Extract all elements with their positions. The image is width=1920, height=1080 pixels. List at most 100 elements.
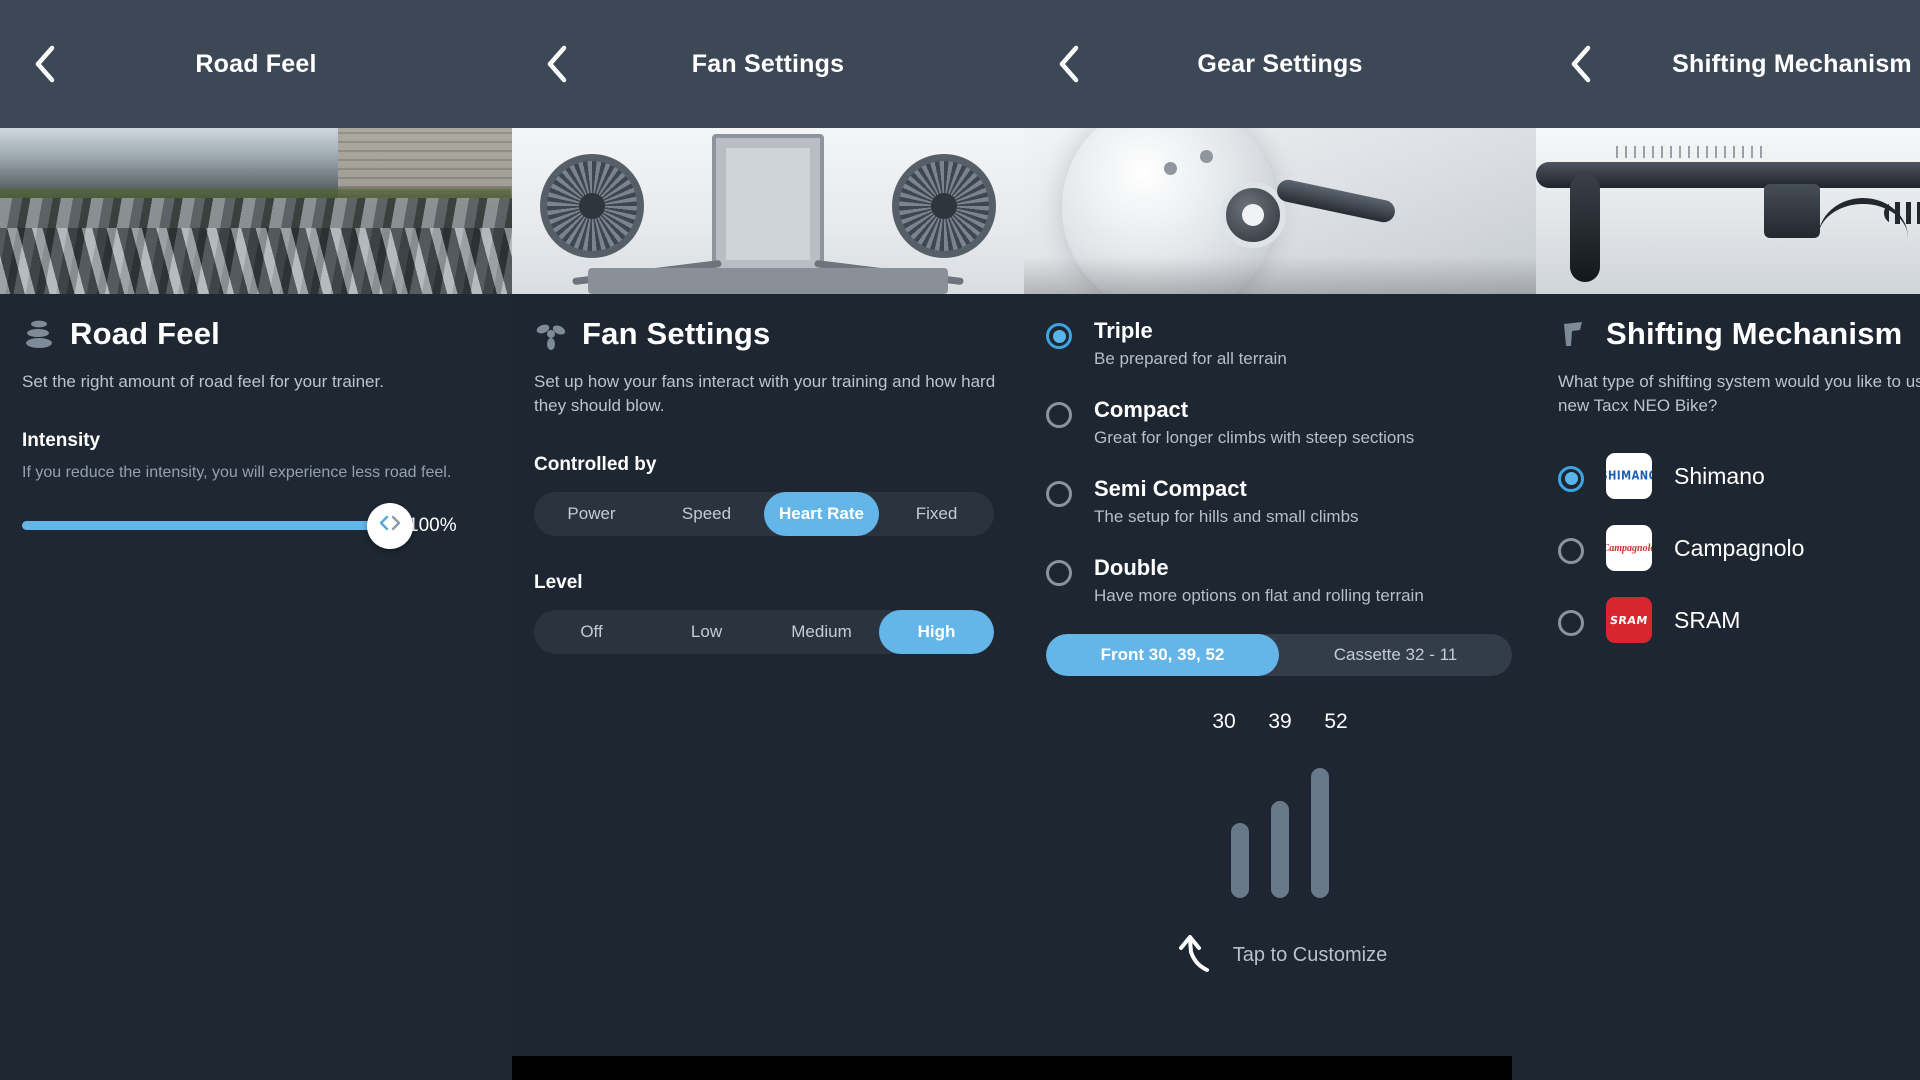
toggle-front-chainrings[interactable]: Front 30, 39, 52 xyxy=(1046,634,1279,676)
chevron-left-icon xyxy=(544,45,570,83)
segment-fixed[interactable]: Fixed xyxy=(879,492,994,536)
back-button[interactable] xyxy=(22,41,68,87)
panel-fan-settings: Fan Settings Fan Settings Set up how you… xyxy=(512,0,1024,1080)
radio-shimano[interactable] xyxy=(1558,465,1584,492)
radio-triple[interactable] xyxy=(1046,323,1072,349)
brand-option-campagnolo[interactable]: Campagnolo Campagnolo xyxy=(1558,512,1920,584)
wet-cobblestone-road-photo xyxy=(0,128,512,294)
level-label: Level xyxy=(534,572,583,594)
chart-value-labels: 30 39 52 xyxy=(1207,710,1353,734)
brand-option-list: SHIMANO Shimano Campagnolo Campagnolo SR… xyxy=(1558,440,1920,656)
brand-name: SRAM xyxy=(1674,606,1741,633)
option-subtitle: Have more options on flat and rolling te… xyxy=(1094,586,1424,605)
bar-30 xyxy=(1231,823,1249,898)
chevron-left-icon xyxy=(32,45,58,83)
screenshot-root: Road Feel Road Feel Set the right amount… xyxy=(0,0,1920,1080)
twin-fans-with-tablet-photo xyxy=(512,128,1024,294)
gear-option-semi-compact[interactable]: Semi Compact The setup for hills and sma… xyxy=(1046,462,1514,541)
brand-name: Campagnolo xyxy=(1674,534,1805,561)
panel-title-row: Shifting Mechanism xyxy=(1558,316,1920,352)
back-button[interactable] xyxy=(534,41,580,87)
sram-logo-icon: SRAM xyxy=(1606,597,1652,644)
back-button[interactable] xyxy=(1558,41,1604,87)
shimano-logo-icon: SHIMANO xyxy=(1606,453,1652,500)
navbar-shifting-mechanism: Shifting Mechanism xyxy=(1536,0,1920,128)
brand-option-sram[interactable]: SRAM SRAM xyxy=(1558,584,1920,656)
shimano-logo-text: SHIMANO xyxy=(1606,469,1652,484)
page-title: Road Feel xyxy=(70,316,220,351)
intensity-label: Intensity xyxy=(22,430,101,452)
segment-medium[interactable]: Medium xyxy=(764,610,879,654)
panel-title-row: Fan Settings xyxy=(534,316,1002,352)
campagnolo-logo-text: Campagnolo xyxy=(1606,542,1652,554)
option-subtitle: Be prepared for all terrain xyxy=(1094,349,1287,368)
option-title: Double xyxy=(1094,555,1169,580)
gear-option-compact[interactable]: Compact Great for longer climbs with ste… xyxy=(1046,383,1514,462)
bar-label-3: 52 xyxy=(1324,710,1348,733)
panel-body-road-feel: Road Feel Set the right amount of road f… xyxy=(0,316,512,549)
chevron-left-icon xyxy=(1568,45,1594,83)
intensity-slider-row: 100% xyxy=(22,502,490,549)
navbar-title: Road Feel xyxy=(195,49,317,78)
gear-option-list: Triple Be prepared for all terrain Compa… xyxy=(1046,304,1514,620)
segment-high[interactable]: High xyxy=(879,610,994,655)
segment-speed[interactable]: Speed xyxy=(649,492,764,536)
bar-label-1: 30 xyxy=(1212,710,1236,733)
segment-off[interactable]: Off xyxy=(534,610,649,654)
panel-body-fan-settings: Fan Settings Set up how your fans intera… xyxy=(512,316,1024,655)
panel-road-feel: Road Feel Road Feel Set the right amount… xyxy=(0,0,512,1080)
hero-image-shifting-mechanism xyxy=(1536,128,1920,294)
curved-up-arrow-icon xyxy=(1173,932,1217,979)
page-title: Fan Settings xyxy=(582,316,771,351)
tap-to-customize-button[interactable]: Tap to Customize xyxy=(1046,932,1514,979)
option-subtitle: Great for longer climbs with steep secti… xyxy=(1094,428,1415,447)
level-segmented-control: Off Low Medium High xyxy=(534,610,994,655)
intensity-description: If you reduce the intensity, you will ex… xyxy=(22,464,452,482)
intensity-value: 100% xyxy=(408,514,457,536)
trainer-flywheel-crank-photo xyxy=(1024,128,1536,294)
campagnolo-logo-icon: Campagnolo xyxy=(1606,525,1652,572)
segment-low[interactable]: Low xyxy=(649,610,764,654)
panel-description: Set up how your fans interact with your … xyxy=(534,372,996,416)
page-title: Shifting Mechanism xyxy=(1606,316,1903,351)
left-right-chevrons-icon xyxy=(377,515,403,536)
slider-thumb[interactable] xyxy=(367,502,413,549)
panel-description: What type of shifting system would you l… xyxy=(1558,372,1920,416)
panel-shifting-mechanism: Shifting Mechanism Shifting Mechanism Wh… xyxy=(1536,0,1920,1080)
gear-ratio-toggle: Front 30, 39, 52 Cassette 32 - 11 xyxy=(1046,634,1512,676)
customize-label: Tap to Customize xyxy=(1232,944,1388,966)
fan-propeller-icon xyxy=(534,317,568,351)
option-title: Triple xyxy=(1094,318,1153,343)
chainring-bar-chart: 30 39 52 xyxy=(1046,710,1514,898)
panel-body-gear-settings: Triple Be prepared for all terrain Compa… xyxy=(1024,304,1536,979)
segment-power[interactable]: Power xyxy=(534,492,649,536)
navbar-title: Gear Settings xyxy=(1197,49,1363,78)
bar-39 xyxy=(1271,800,1289,898)
chart-bars xyxy=(1231,748,1329,898)
navbar-fan-settings: Fan Settings xyxy=(512,0,1024,128)
brand-option-shimano[interactable]: SHIMANO Shimano xyxy=(1558,440,1920,512)
panel-title-row: Road Feel xyxy=(22,316,490,352)
panel-gear-settings: Gear Settings Triple Be prepared for all… xyxy=(1024,0,1536,1080)
gear-option-double[interactable]: Double Have more options on flat and rol… xyxy=(1046,541,1514,620)
handlebar-cockpit-photo xyxy=(1536,128,1920,294)
segment-heart-rate[interactable]: Heart Rate xyxy=(764,492,879,537)
radio-sram[interactable] xyxy=(1558,609,1584,636)
back-button[interactable] xyxy=(1046,41,1092,87)
radio-semi-compact[interactable] xyxy=(1046,481,1072,507)
radio-campagnolo[interactable] xyxy=(1558,537,1584,564)
option-subtitle: The setup for hills and small climbs xyxy=(1094,507,1359,526)
intensity-slider[interactable] xyxy=(22,502,413,549)
brand-name: Shimano xyxy=(1674,462,1765,489)
bar-label-2: 39 xyxy=(1268,710,1292,733)
radio-double[interactable] xyxy=(1046,560,1072,586)
bar-52 xyxy=(1311,768,1329,898)
toggle-cassette[interactable]: Cassette 32 - 11 xyxy=(1279,634,1512,676)
option-title: Compact xyxy=(1094,397,1189,422)
sram-logo-text: SRAM xyxy=(1609,613,1649,627)
radio-compact[interactable] xyxy=(1046,402,1072,428)
gear-option-triple[interactable]: Triple Be prepared for all terrain xyxy=(1046,304,1514,383)
chevron-left-icon xyxy=(1056,45,1082,83)
hero-image-fan-settings xyxy=(512,128,1024,294)
hero-image-road-feel xyxy=(0,128,512,294)
